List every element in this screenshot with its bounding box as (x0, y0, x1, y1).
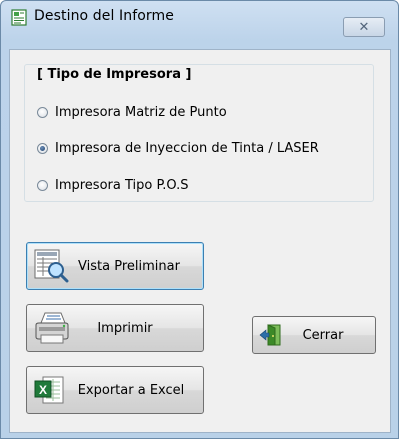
print-button-label: Imprimir (97, 320, 153, 336)
close-window-button[interactable]: ✕ (343, 17, 385, 37)
close-icon: ✕ (358, 19, 370, 35)
preview-button-label: Vista Preliminar (78, 258, 180, 274)
export-excel-button-label: Exportar a Excel (77, 382, 185, 398)
radio-dot-matrix[interactable]: Impresora Matriz de Punto (37, 103, 227, 121)
dialog-client-area: [ Tipo de Impresora ] Impresora Matriz d… (9, 49, 391, 433)
dialog-window: Destino del Informe ✕ [ Tipo de Impresor… (0, 0, 399, 439)
close-button[interactable]: Cerrar (252, 316, 376, 354)
close-button-label: Cerrar (302, 327, 344, 343)
radio-button[interactable] (37, 106, 48, 118)
export-excel-button[interactable]: X Exportar a Excel (26, 366, 204, 414)
radio-button-selected[interactable] (37, 142, 48, 154)
print-button[interactable]: Imprimir (26, 304, 204, 352)
report-document-icon (11, 9, 27, 26)
radio-pos[interactable]: Impresora Tipo P.O.S (37, 176, 189, 194)
radio-button[interactable] (37, 179, 48, 191)
window-title: Destino del Informe (34, 8, 174, 24)
radio-label-pos: Impresora Tipo P.O.S (55, 177, 189, 193)
radio-label-dot-matrix: Impresora Matriz de Punto (55, 104, 227, 120)
radio-label-inkjet-laser: Impresora de Inyeccion de Tinta / LASER (55, 140, 319, 156)
title-bar[interactable]: Destino del Informe ✕ (1, 1, 398, 37)
preview-button[interactable]: Vista Preliminar (26, 242, 204, 290)
printer-type-group: [ Tipo de Impresora ] Impresora Matriz d… (24, 64, 374, 202)
group-title: [ Tipo de Impresora ] (35, 67, 194, 82)
radio-inkjet-laser[interactable]: Impresora de Inyeccion de Tinta / LASER (37, 139, 319, 157)
